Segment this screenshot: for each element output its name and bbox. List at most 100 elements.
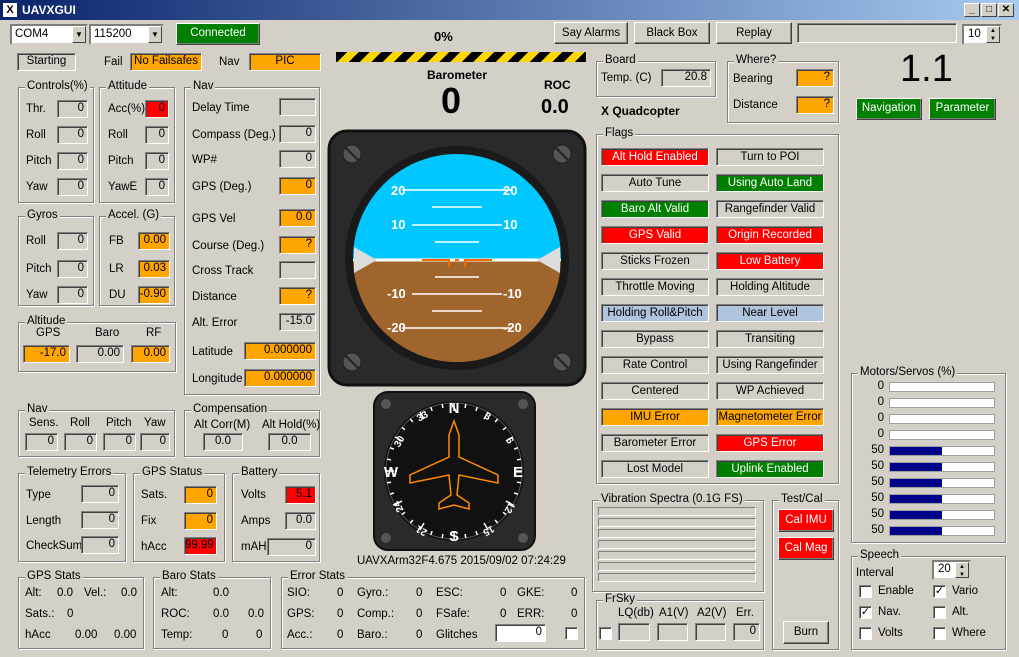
- controls-title: Controls(%): [25, 80, 90, 92]
- motor-bar: [889, 430, 995, 440]
- nav-row-value: 0.0: [279, 209, 316, 227]
- spinner-arrows-icon[interactable]: ▲ ▼: [955, 562, 969, 578]
- motor-value: 50: [871, 524, 884, 536]
- barostats-temp-value2: 0: [256, 629, 263, 641]
- accel-row-label: FB: [109, 235, 124, 247]
- cal-imu-button[interactable]: Cal IMU: [778, 509, 834, 532]
- barostats-alt-value: 0.0: [213, 587, 229, 599]
- nav-roll-value[interactable]: 0: [64, 433, 97, 451]
- speech-option-label: Volts: [878, 627, 903, 639]
- speech-checkbox[interactable]: [933, 606, 946, 619]
- speech-checkbox[interactable]: [859, 627, 872, 640]
- roc-label: ROC: [544, 78, 571, 92]
- nav-sens-value[interactable]: 0: [25, 433, 58, 451]
- replay-progress: [797, 23, 957, 43]
- speech-checkbox[interactable]: [933, 627, 946, 640]
- flag-indicator: IMU Error: [601, 408, 709, 426]
- where-distance-value: ?: [796, 96, 834, 114]
- attitude-row-value: 0: [145, 126, 169, 144]
- attitude-row-label: YawE: [108, 181, 138, 193]
- flag-indicator: Magnetometer Error: [716, 408, 824, 426]
- connect-button[interactable]: Connected: [176, 23, 260, 45]
- error-stats-checkbox[interactable]: [565, 627, 578, 640]
- nav-row-value: ?: [279, 287, 316, 305]
- port-select[interactable]: COM4 ▼: [10, 24, 88, 45]
- error-stat-label: Comp.:: [357, 608, 395, 620]
- telem-type-label: Type: [26, 489, 51, 501]
- alt-hold-value: 0.0: [268, 433, 311, 451]
- gyros-row-value: 0: [57, 232, 88, 250]
- flag-indicator: Alt Hold Enabled: [601, 148, 709, 166]
- frsky-checkbox[interactable]: [599, 627, 612, 640]
- maximize-button[interactable]: □: [981, 3, 997, 17]
- nav-row-value: ?: [279, 236, 316, 254]
- vibration-bar: [598, 507, 756, 516]
- nav-pitch-value[interactable]: 0: [103, 433, 136, 451]
- baud-select[interactable]: 115200 ▼: [89, 24, 164, 45]
- accel-row-value: 0.03: [138, 260, 170, 278]
- gps-hacc-value: 99.99: [184, 537, 217, 555]
- nav-row-label: Delay Time: [192, 102, 250, 114]
- alt-rf-value: 0.00: [131, 345, 170, 363]
- error-stat-value: 0: [337, 629, 344, 641]
- compass-indicator: N E S W 30 33 3 6 12 15 21 24: [373, 391, 536, 551]
- speech-interval-spinner[interactable]: 20 ▲ ▼: [932, 560, 971, 580]
- pitch-tick-label: -20: [387, 320, 406, 335]
- speech-checkbox[interactable]: [859, 585, 872, 598]
- nav-mode-status: PIC: [249, 53, 321, 71]
- black-box-button[interactable]: Black Box: [634, 22, 710, 44]
- testcal-title: Test/Cal: [779, 493, 825, 505]
- vibration-bar: [598, 540, 756, 549]
- vibration-bar: [598, 551, 756, 560]
- speech-checkbox[interactable]: ✓: [933, 585, 946, 598]
- flight-mode: Starting: [17, 53, 76, 71]
- error-stat-label: Acc.:: [287, 629, 313, 641]
- accel-row-value: 0.00: [138, 232, 170, 250]
- motor-bar-fill: [890, 511, 942, 519]
- gps-status-title: GPS Status: [140, 466, 205, 478]
- gyros-row-label: Pitch: [26, 263, 52, 275]
- chevron-down-icon[interactable]: ▼: [72, 26, 86, 43]
- nav-row-value: [279, 98, 316, 116]
- motor-bar: [889, 462, 995, 472]
- flags-title: Flags: [603, 127, 636, 139]
- vibration-bar: [598, 562, 756, 571]
- cal-mag-button[interactable]: Cal Mag: [778, 537, 834, 560]
- controls-row-value: 0: [57, 178, 88, 196]
- gps-sats-label: Sats.: [141, 489, 168, 501]
- chevron-down-icon[interactable]: ▼: [148, 26, 162, 43]
- gpsstats-hacc-value2: 0.00: [114, 629, 137, 641]
- nav-yaw-value[interactable]: 0: [140, 433, 170, 451]
- flag-indicator: Centered: [601, 382, 709, 400]
- error-stat-value: 0: [500, 608, 507, 620]
- close-button[interactable]: ✕: [998, 3, 1014, 17]
- parameter-button[interactable]: Parameter: [929, 98, 996, 120]
- replay-button[interactable]: Replay: [716, 22, 792, 44]
- speech-checkbox[interactable]: ✓: [859, 606, 872, 619]
- spinner-arrows-icon[interactable]: ▲ ▼: [986, 26, 1000, 43]
- error-stat-label: Baro.:: [357, 629, 388, 641]
- frsky-a2-value: [695, 623, 726, 641]
- board-title: Board: [603, 54, 638, 66]
- gyros-row-value: 0: [57, 260, 88, 278]
- telem-length-label: Length: [26, 515, 62, 527]
- alt-gps-label: GPS: [36, 327, 61, 339]
- compensation-title: Compensation: [191, 403, 270, 415]
- flag-indicator: Using Rangefinder: [716, 356, 824, 374]
- battery-amps-label: Amps: [241, 515, 271, 527]
- rate-spinner[interactable]: 10 ▲ ▼: [962, 24, 1002, 45]
- say-alarms-button[interactable]: Say Alarms: [554, 22, 628, 44]
- navigation-button[interactable]: Navigation: [856, 98, 922, 120]
- vibration-bar: [598, 518, 756, 527]
- gpsstats-hacc-value: 0.00: [75, 629, 98, 641]
- motor-value: 50: [871, 444, 884, 456]
- error-stat-value: 0: [571, 608, 578, 620]
- minimize-button[interactable]: _: [964, 3, 980, 17]
- nav-yaw-label: Yaw: [144, 417, 166, 429]
- controls-row-value: 0: [57, 126, 88, 144]
- speech-title: Speech: [858, 549, 902, 561]
- attitude-row-label: Acc(%): [108, 103, 146, 115]
- error-stat-value: 0: [416, 587, 423, 599]
- compass-tick: [386, 481, 392, 484]
- burn-button[interactable]: Burn: [783, 621, 829, 644]
